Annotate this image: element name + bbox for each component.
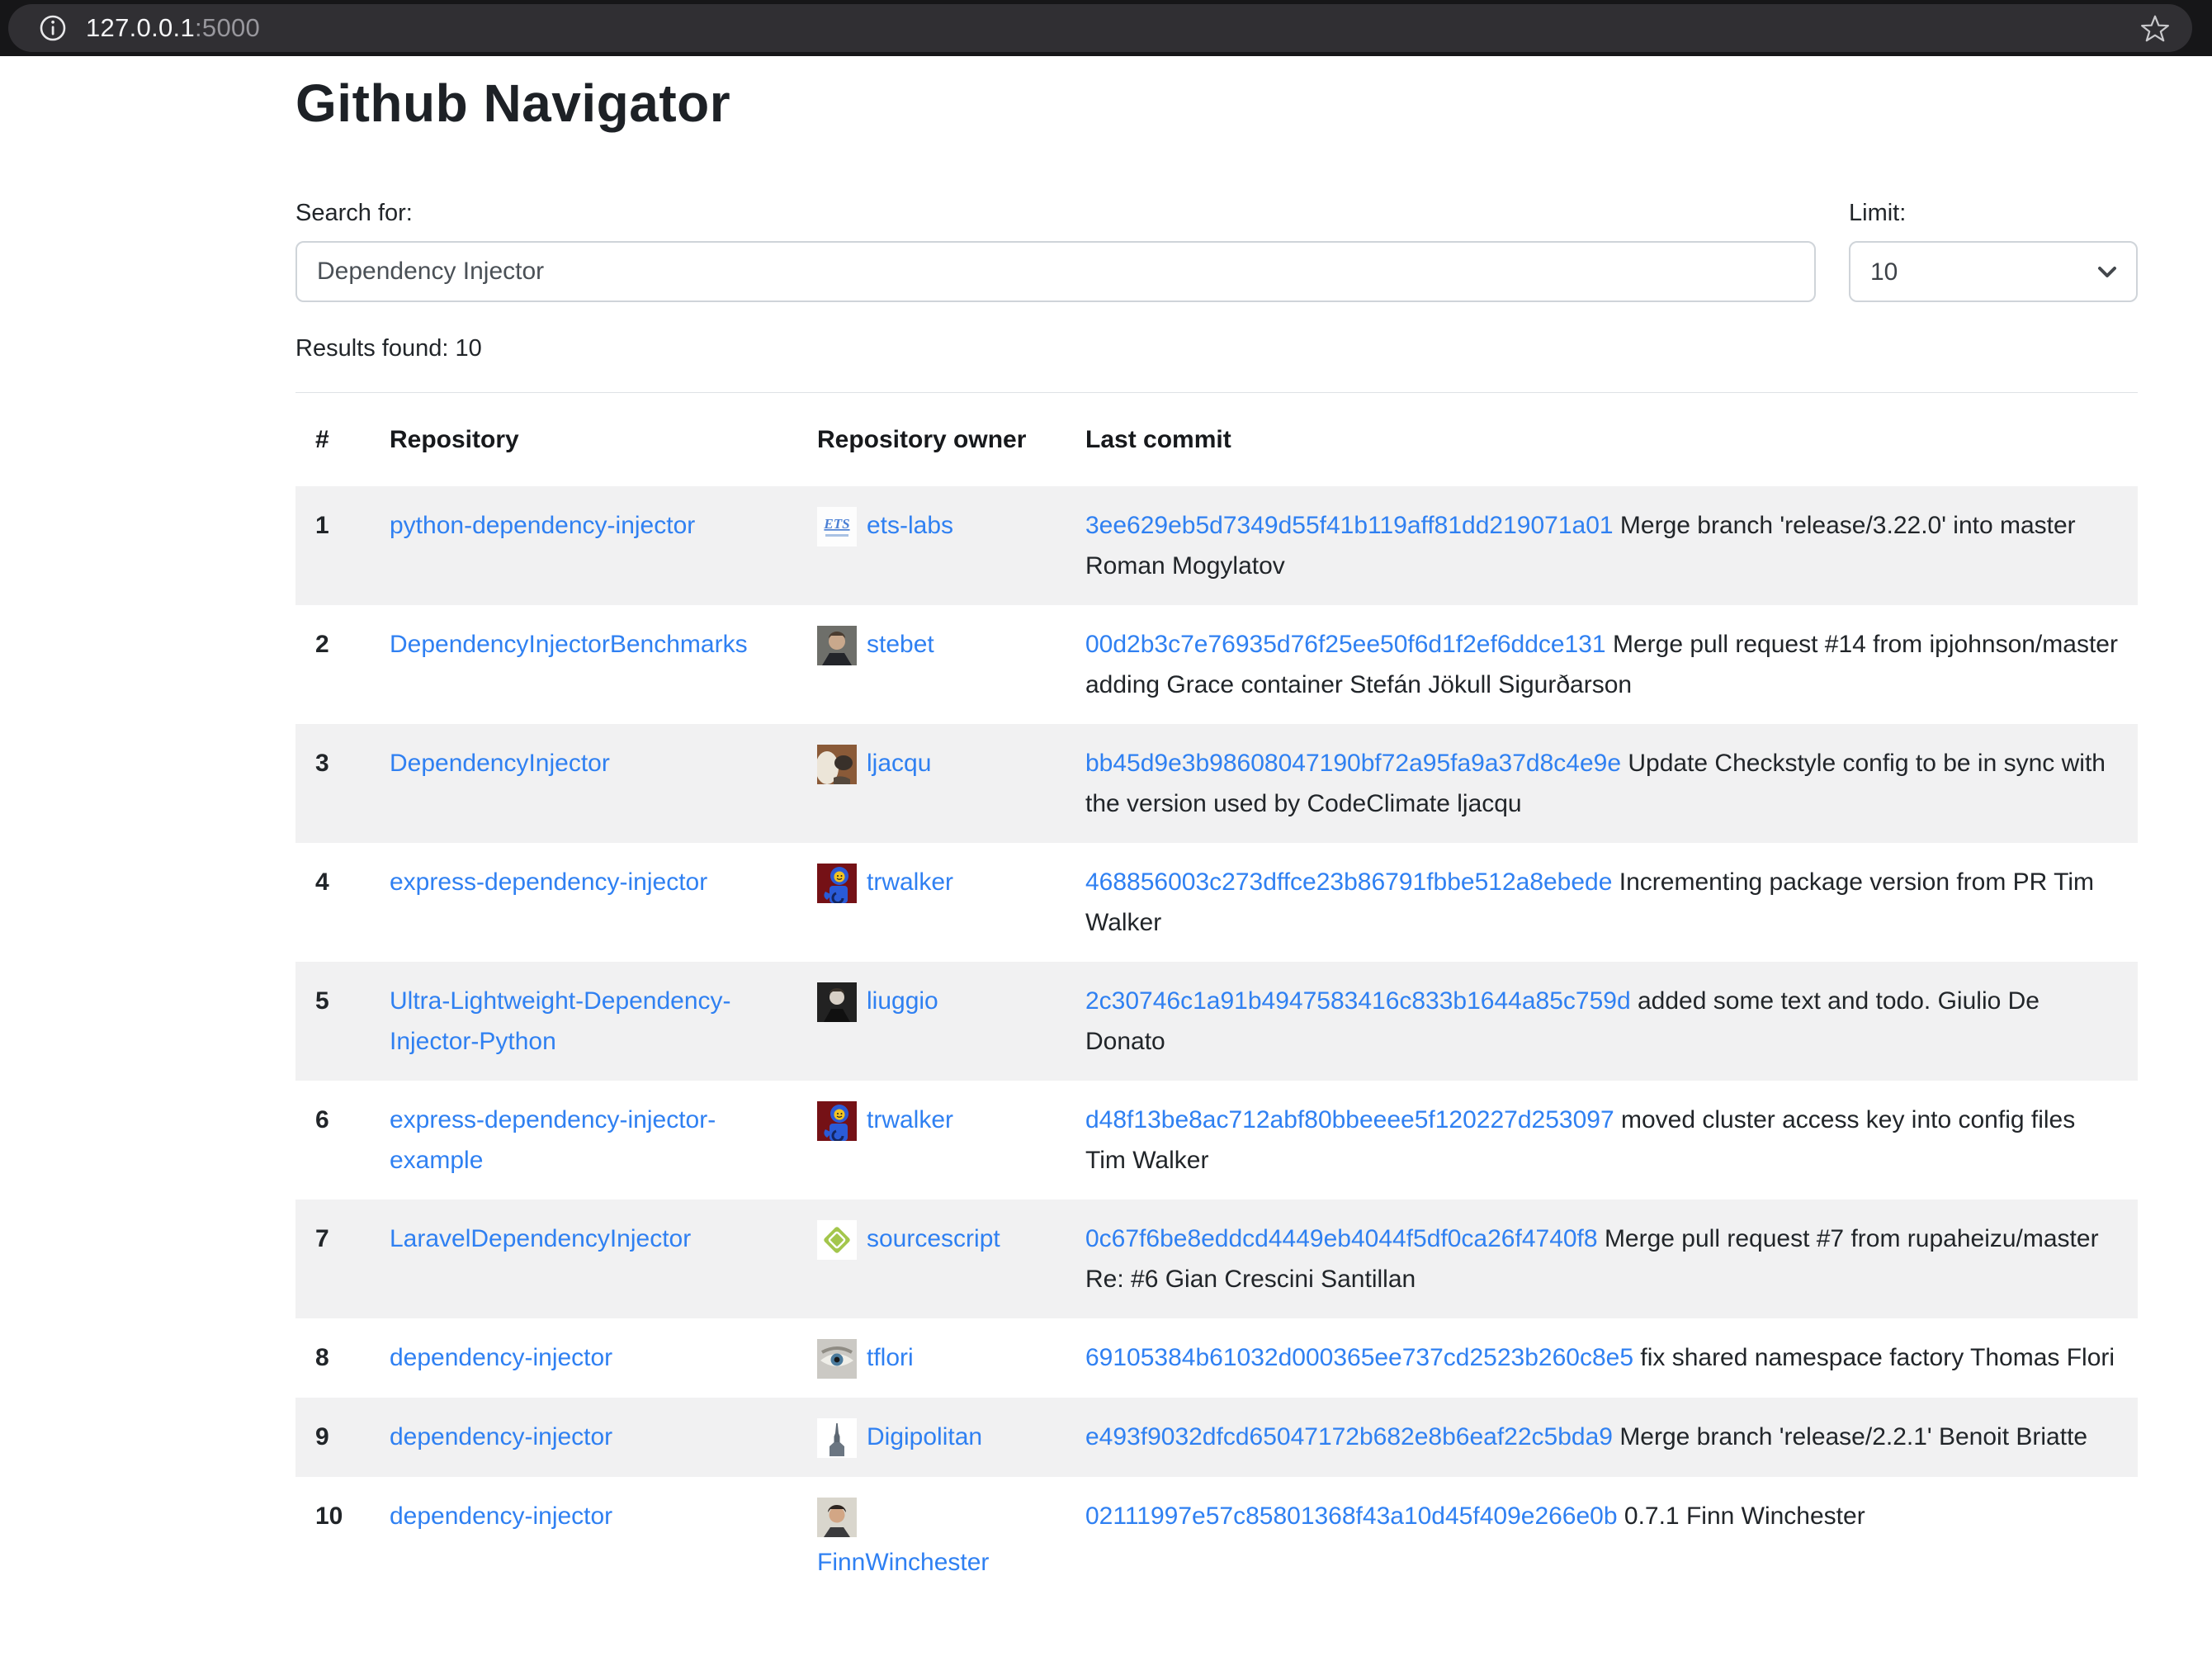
svg-text:ETS: ETS (823, 516, 849, 532)
commit-message: Merge branch 'release/2.2.1' Benoit Bria… (1619, 1423, 2087, 1450)
table-row: 10 dependency-injector FinnWinchester 02… (295, 1477, 2138, 1602)
row-number: 9 (295, 1398, 370, 1477)
commit-hash-link[interactable]: 00d2b3c7e76935d76f25ee50f6d1f2ef6ddce131 (1085, 631, 1606, 658)
repositories-table: # Repository Repository owner Last commi… (295, 392, 2138, 1602)
owner-link[interactable]: Digipolitan (867, 1423, 982, 1450)
table-row: 9 dependency-injector Digipolitan e493f9… (295, 1398, 2138, 1477)
commit-hash-link[interactable]: 468856003c273dffce23b86791fbbe512a8ebede (1085, 868, 1612, 896)
limit-select[interactable]: 10 (1849, 241, 2138, 302)
url-host: 127.0.0.1 (86, 13, 195, 42)
owner-link[interactable]: FinnWinchester (817, 1542, 1046, 1583)
ljacqu-cats-photo-icon (817, 745, 857, 784)
url-text: 127.0.0.1:5000 (86, 13, 260, 43)
commit-message: fix shared namespace factory Thomas Flor… (1640, 1344, 2115, 1371)
row-number: 6 (295, 1081, 370, 1200)
owner-link[interactable]: ljacqu (867, 750, 931, 777)
liuggio-photo-icon (817, 982, 857, 1022)
row-number: 7 (295, 1200, 370, 1318)
table-row: 2 DependencyInjectorBenchmarks stebet 00… (295, 605, 2138, 724)
main-content: Github Navigator Search for: Limit: 10 R… (295, 73, 2138, 1602)
owner-link[interactable]: stebet (867, 631, 934, 658)
commit-hash-link[interactable]: bb45d9e3b98608047190bf72a95fa9a37d8c4e9e (1085, 750, 1621, 777)
table-row: 6 express-dependency-injector-example tr… (295, 1081, 2138, 1200)
owner-link[interactable]: ets-labs (867, 512, 953, 539)
header-repository: Repository (370, 393, 797, 487)
commit-hash-link[interactable]: 2c30746c1a91b4947583416c833b1644a85c759d (1085, 987, 1631, 1015)
ets-labs-logo-icon: ETS (817, 507, 857, 547)
browser-toolbar: 127.0.0.1:5000 (0, 0, 2212, 56)
digipolitan-building-logo-icon (817, 1418, 857, 1458)
header-number: # (295, 393, 370, 487)
repo-link[interactable]: DependencyInjectorBenchmarks (390, 631, 748, 658)
owner-link[interactable]: liuggio (867, 987, 938, 1015)
header-repository-owner: Repository owner (797, 393, 1066, 487)
row-number: 4 (295, 843, 370, 962)
repo-link[interactable]: LaravelDependencyInjector (390, 1225, 691, 1252)
header-last-commit: Last commit (1066, 393, 2138, 487)
trwalker-lego-photo-icon (817, 1101, 857, 1141)
limit-label: Limit: (1849, 198, 2138, 228)
row-number: 2 (295, 605, 370, 724)
repo-link[interactable]: express-dependency-injector (390, 868, 707, 896)
table-row: 8 dependency-injector tflori 69105384b61… (295, 1318, 2138, 1398)
repo-link[interactable]: express-dependency-injector-example (390, 1106, 716, 1174)
commit-hash-link[interactable]: 02111997e57c85801368f43a10d45f409e266e0b (1085, 1502, 1618, 1530)
owner-link[interactable]: tflori (867, 1344, 914, 1371)
finnwinchester-photo-icon (817, 1498, 857, 1537)
repo-link[interactable]: python-dependency-injector (390, 512, 695, 539)
star-icon[interactable] (2139, 12, 2171, 44)
table-row: 5 Ultra-Lightweight-Dependency-Injector-… (295, 962, 2138, 1081)
commit-hash-link[interactable]: e493f9032dfcd65047172b682e8b6eaf22c5bda9 (1085, 1423, 1613, 1450)
row-number: 10 (295, 1477, 370, 1602)
search-label: Search for: (295, 198, 1816, 228)
repo-link[interactable]: DependencyInjector (390, 750, 610, 777)
repo-link[interactable]: dependency-injector (390, 1423, 612, 1450)
trwalker-lego-photo-icon (817, 864, 857, 903)
table-row: 3 DependencyInjector ljacqu bb45d9e3b986… (295, 724, 2138, 843)
table-row: 4 express-dependency-injector trwalker (295, 843, 2138, 962)
page-title: Github Navigator (295, 73, 2138, 134)
table-row: 1 python-dependency-injector ETS ets-lab… (295, 486, 2138, 605)
results-count: Results found: 10 (295, 335, 2138, 362)
commit-hash-link[interactable]: 69105384b61032d000365ee737cd2523b260c8e5 (1085, 1344, 1633, 1371)
row-number: 8 (295, 1318, 370, 1398)
owner-link[interactable]: trwalker (867, 1106, 953, 1133)
address-bar[interactable]: 127.0.0.1:5000 (8, 4, 2192, 52)
commit-hash-link[interactable]: 0c67f6be8eddcd4449eb4044f5df0ca26f4740f8 (1085, 1225, 1598, 1252)
table-header-row: # Repository Repository owner Last commi… (295, 393, 2138, 487)
sourcescript-diamond-logo-icon (817, 1220, 857, 1260)
search-input[interactable] (295, 241, 1816, 302)
repo-link[interactable]: dependency-injector (390, 1502, 612, 1530)
row-number: 1 (295, 486, 370, 605)
info-icon[interactable] (38, 13, 68, 43)
repo-link[interactable]: Ultra-Lightweight-Dependency-Injector-Py… (390, 987, 731, 1055)
search-form: Search for: Limit: 10 (295, 198, 2138, 302)
commit-hash-link[interactable]: 3ee629eb5d7349d55f41b119aff81dd219071a01 (1085, 512, 1614, 539)
table-row: 7 LaravelDependencyInjector sourcescript… (295, 1200, 2138, 1318)
url-port: :5000 (195, 13, 260, 42)
commit-message: 0.7.1 Finn Winchester (1624, 1502, 1865, 1530)
commit-hash-link[interactable]: d48f13be8ac712abf80bbeeee5f120227d253097 (1085, 1106, 1614, 1133)
row-number: 3 (295, 724, 370, 843)
stebet-photo-icon (817, 626, 857, 665)
repo-link[interactable]: dependency-injector (390, 1344, 612, 1371)
owner-link[interactable]: trwalker (867, 868, 953, 896)
tflori-eye-photo-icon (817, 1339, 857, 1379)
row-number: 5 (295, 962, 370, 1081)
owner-link[interactable]: sourcescript (867, 1225, 1000, 1252)
